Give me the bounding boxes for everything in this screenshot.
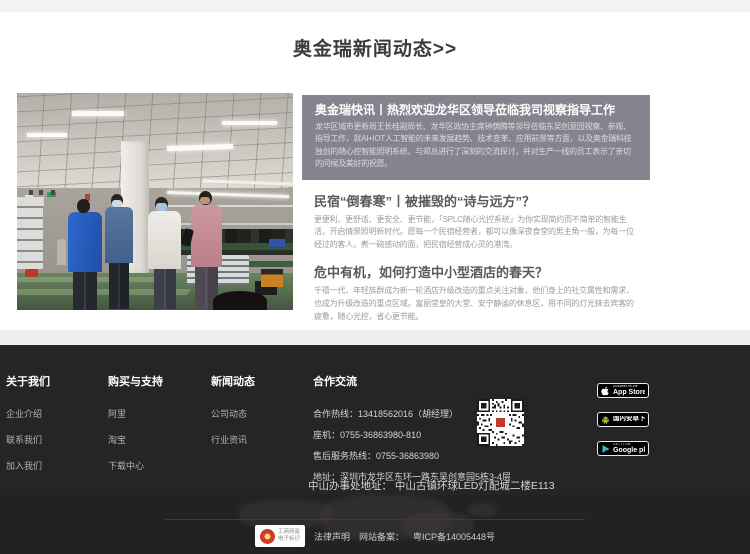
news-title[interactable]: 奥金瑞快讯丨热烈欢迎龙华区领导莅临我司视察指导工作	[315, 103, 637, 118]
news-summary: 千禧一代、年轻族群成为新一轮酒店升级改造的重点关注对象，他们身上的社交属性和需求…	[314, 285, 638, 323]
news-photo[interactable]	[17, 93, 293, 310]
news-item[interactable]: 民宿“倒春寒”丨被摧毁的“诗与远方”？ 更便利、更舒适、更安全、更节能，「SPL…	[302, 194, 650, 252]
app-badges: Available on the App Store	[597, 383, 651, 470]
news-summary: 龙华区城市更新局王长桂副局长、龙华区政协主席钟荫腾等领导莅临东吴创意园视察、参观…	[315, 121, 637, 171]
photo-shelf-rail	[157, 205, 293, 207]
photo-face-mask	[112, 200, 122, 207]
footer-column-about: 关于我们 企业介绍 联系我们 加入我们	[6, 373, 50, 485]
footer-link-company-intro[interactable]: 企业介绍	[6, 407, 50, 420]
photo-person-blue	[68, 212, 102, 272]
android-icon	[601, 415, 610, 425]
photo-blue-bin	[269, 239, 285, 247]
badge-label: App Store	[613, 389, 645, 396]
footer-column-cooperation: 合作交流 合作热线：13418562016（胡经理） 座机：0755-36863…	[313, 373, 573, 491]
footer-link-taobao[interactable]: 淘宝	[108, 433, 163, 446]
photo-person-legs	[109, 263, 129, 309]
footer-heading: 合作交流	[313, 373, 573, 389]
google-play-badge[interactable]: GET IT ON Google play	[597, 441, 649, 456]
photo-wall-mark	[51, 190, 55, 195]
badge-label: 国内安卓下载	[613, 416, 645, 423]
gov-emblem-icon	[260, 529, 275, 544]
photo-foreground-head	[213, 291, 267, 310]
legal-row: 工商网监 电子标识 法律声明 网站备案： 粤ICP备14005448号	[0, 525, 750, 547]
footer-link-contact-us[interactable]: 联系我们	[6, 433, 50, 446]
footer-link-company-news[interactable]: 公司动态	[211, 407, 255, 420]
top-strip	[0, 0, 750, 12]
legal-statement-link[interactable]: 法律声明	[314, 530, 350, 543]
photo-orange-device	[261, 269, 283, 287]
footer-heading: 关于我们	[6, 373, 50, 389]
photo-person-legs	[73, 272, 97, 310]
divider	[165, 519, 585, 520]
branch-address: 中山办事处地址： 中山古镇环球LED灯配城二楼E113	[308, 478, 555, 493]
page-title[interactable]: 奥金瑞新闻动态>>	[0, 34, 750, 61]
photo-red-stool	[25, 269, 38, 277]
news-item-featured[interactable]: 奥金瑞快讯丨热烈欢迎龙华区领导莅临我司视察指导工作 龙华区城市更新局王长桂副局长…	[302, 95, 650, 180]
footer-link-industry-news[interactable]: 行业资讯	[211, 433, 255, 446]
photo-person-steelblue	[105, 207, 133, 263]
badge-label: Google play	[613, 447, 645, 454]
icp-record-link[interactable]: 粤ICP备14005448号	[413, 530, 495, 543]
wechat-qr-code	[477, 399, 524, 446]
photo-face-mask	[156, 203, 167, 211]
photo-distant-worker	[57, 239, 66, 265]
news-list: 奥金瑞快讯丨热烈欢迎龙华区领导莅临我司视察指导工作 龙华区城市更新局王长桂副局长…	[302, 95, 650, 323]
news-title[interactable]: 危中有机，如何打造中小型酒店的春天？	[314, 265, 638, 281]
news-summary: 更便利、更舒适、更安全、更节能，「SPLC随心光控系统」为你实现简约而不简单的智…	[314, 214, 638, 252]
footer-link-join-us[interactable]: 加入我们	[6, 459, 50, 472]
world-map-decoration	[468, 503, 498, 517]
photo-person-head	[77, 199, 90, 213]
photo-person-white	[148, 211, 181, 269]
photo-light	[72, 111, 124, 116]
photo-person-pink	[191, 205, 222, 267]
news-item[interactable]: 危中有机，如何打造中小型酒店的春天？ 千禧一代、年轻族群成为新一轮酒店升级改造的…	[302, 265, 650, 323]
gov-badge-line1: 工商网监	[278, 529, 300, 536]
apple-icon	[601, 386, 610, 396]
photo-person-face	[200, 197, 210, 204]
footer-bottom-strip: 工商网监 电子标识 法律声明 网站备案： 粤ICP备14005448号	[0, 495, 750, 554]
page: 奥金瑞新闻动态>>	[0, 0, 750, 554]
footer-column-news: 新闻动态 公司动态 行业资讯	[211, 373, 255, 459]
record-label: 网站备案：	[359, 530, 404, 543]
footer-heading: 购买与支持	[108, 373, 163, 389]
photo-shelf-rail	[165, 223, 293, 225]
photo-light	[27, 133, 67, 137]
photo-wall-mark	[39, 190, 43, 195]
contact-hotline: 合作热线：13418562016（胡经理）	[313, 407, 573, 420]
photo-ceiling	[17, 93, 293, 188]
footer-link-downloads[interactable]: 下载中心	[108, 459, 163, 472]
gov-supervision-badge[interactable]: 工商网监 电子标识	[255, 525, 305, 547]
photo-light	[222, 121, 277, 125]
contact-landline: 座机：0755-36863980-810	[313, 428, 573, 441]
google-play-icon	[601, 444, 610, 454]
contact-service-hotline: 售后服务热线：0755-36863980	[313, 449, 573, 462]
photo-left-shelf	[17, 197, 43, 269]
gov-badge-line2: 电子标识	[278, 536, 300, 543]
footer: 关于我们 企业介绍 联系我们 加入我们 购买与支持 阿里 淘宝 下载中心 新闻动…	[0, 345, 750, 554]
footer-heading: 新闻动态	[211, 373, 255, 389]
footer-link-ali[interactable]: 阿里	[108, 407, 163, 420]
app-store-badge[interactable]: Available on the App Store	[597, 383, 649, 398]
news-title[interactable]: 民宿“倒春寒”丨被摧毁的“诗与远方”？	[314, 194, 638, 210]
pre-footer-strip	[0, 330, 750, 345]
footer-column-buy: 购买与支持 阿里 淘宝 下载中心	[108, 373, 163, 485]
android-download-badge[interactable]: 国内安卓下载	[597, 412, 649, 427]
photo-person-legs	[154, 269, 176, 309]
